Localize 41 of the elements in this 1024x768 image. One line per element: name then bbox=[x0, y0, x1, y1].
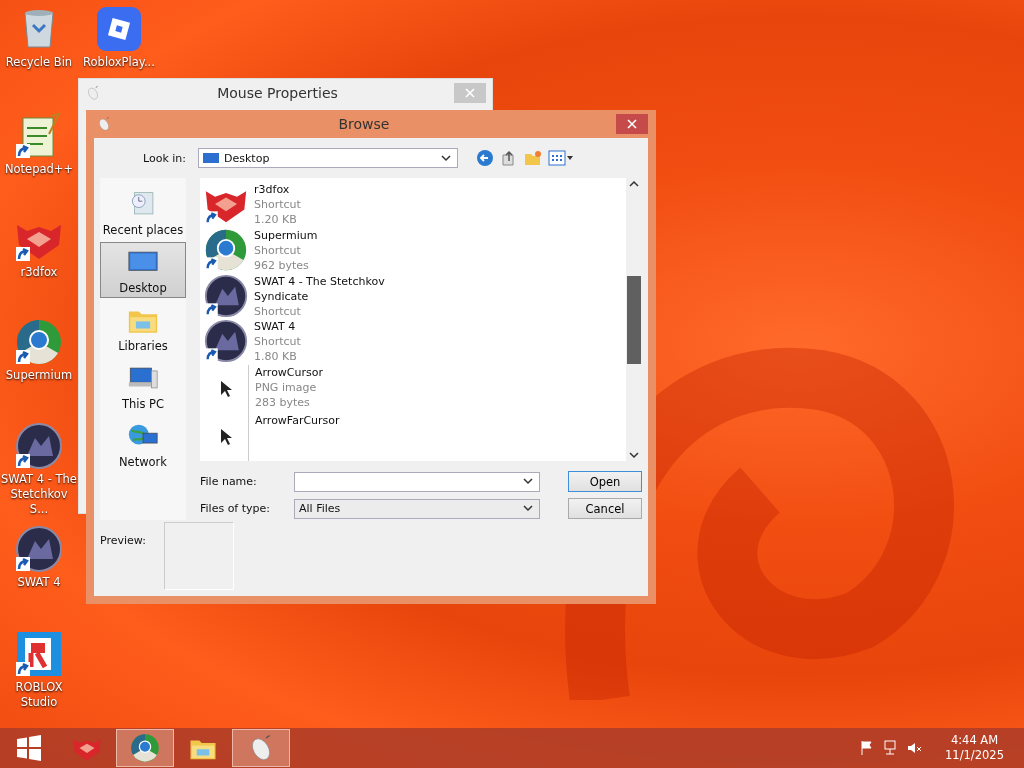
taskbar-app[interactable] bbox=[116, 729, 174, 767]
preview-label: Preview: bbox=[100, 534, 146, 547]
file-item[interactable]: ArrowCursor PNG image 283 bytes bbox=[204, 365, 626, 413]
view-menu-icon[interactable] bbox=[548, 150, 574, 166]
place-item[interactable]: Recent places bbox=[100, 184, 186, 240]
file-item[interactable]: SWAT 4 - The Stetchkov Syndicate Shortcut bbox=[204, 273, 626, 320]
cancel-button[interactable]: Cancel bbox=[568, 498, 642, 519]
place-item[interactable]: Desktop bbox=[100, 242, 186, 298]
file-type-dropdown[interactable]: All Files bbox=[294, 498, 540, 519]
place-item[interactable]: Libraries bbox=[100, 300, 186, 356]
field-label: Look in: bbox=[142, 151, 186, 165]
windows-icon[interactable] bbox=[16, 735, 42, 761]
field-label: Files of type: bbox=[200, 502, 271, 515]
mouse-icon bbox=[85, 85, 101, 101]
taskbar-app[interactable] bbox=[232, 729, 290, 767]
window-title: Mouse Properties bbox=[216, 85, 339, 101]
chevron-up-icon[interactable] bbox=[629, 180, 639, 187]
dialog-title: Browse bbox=[337, 116, 391, 132]
back-icon[interactable] bbox=[476, 149, 494, 167]
look-in-dropdown[interactable]: Desktop bbox=[198, 148, 458, 168]
place-item[interactable]: Network bbox=[100, 416, 186, 472]
arrow-cursor-icon bbox=[220, 428, 232, 446]
chevron-down-icon[interactable] bbox=[629, 452, 639, 459]
file-item[interactable]: SWAT 4 Shortcut 1.80 KB bbox=[204, 319, 626, 365]
place-item[interactable]: This PC bbox=[100, 358, 186, 414]
monitor-icon bbox=[203, 152, 219, 164]
file-item[interactable]: r3dfox Shortcut 1.20 KB bbox=[204, 182, 626, 228]
muted-speaker-icon[interactable] bbox=[907, 740, 924, 756]
close-button[interactable] bbox=[616, 114, 648, 134]
preview-box bbox=[163, 522, 234, 590]
field-label: File name: bbox=[200, 475, 258, 488]
arrow-cursor-icon bbox=[220, 380, 232, 398]
open-button[interactable]: Open bbox=[568, 471, 642, 492]
mouse-icon bbox=[96, 116, 112, 132]
file-item[interactable]: ArrowFarCursor bbox=[204, 413, 626, 461]
new-folder-icon[interactable] bbox=[524, 149, 542, 167]
browser-icon bbox=[130, 733, 160, 763]
clock[interactable]: 4:44 AM 11/1/2025 bbox=[945, 733, 1004, 763]
file-item[interactable]: Supermium Shortcut 962 bytes bbox=[204, 227, 626, 274]
file-name-field[interactable] bbox=[294, 471, 540, 492]
close-icon[interactable] bbox=[627, 119, 637, 129]
